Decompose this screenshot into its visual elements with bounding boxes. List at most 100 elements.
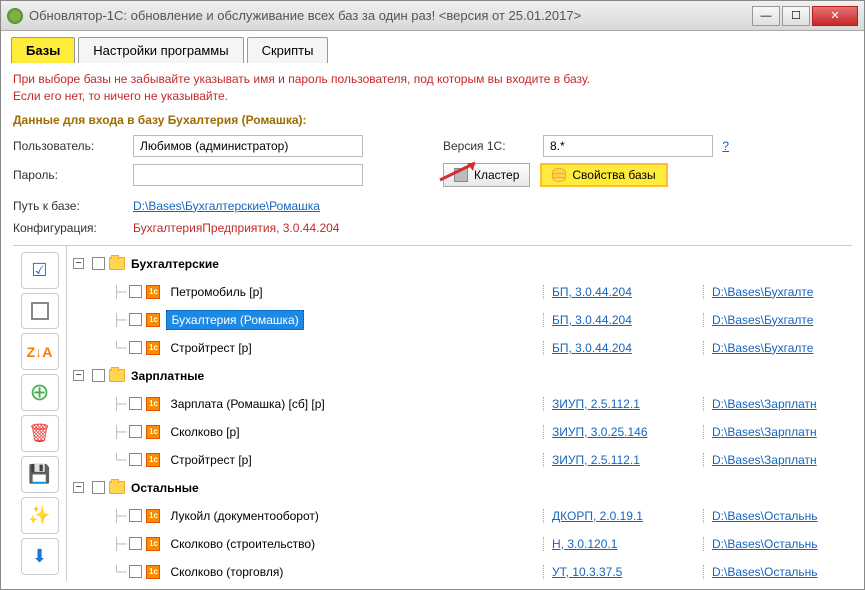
tree-item[interactable]: ├─ 1c Сколково [р] ЗИУП, 3.0.25.146 D:\B… (67, 418, 852, 446)
tree-item[interactable]: └─ 1c Стройтрест [р] ЗИУП, 2.5.112.1 D:\… (67, 446, 852, 474)
item-label: Сколково [р] (166, 423, 243, 441)
db-1c-icon: 1c (146, 453, 160, 467)
item-label: Стройтрест [р] (166, 451, 255, 469)
item-label: Сколково (строительство) (166, 535, 319, 553)
warning-text: При выборе базы не забывайте указывать и… (13, 71, 852, 105)
password-input[interactable] (133, 164, 363, 186)
download-button[interactable]: ⬇ (21, 538, 59, 575)
tree-item[interactable]: ├─ 1c Зарплата (Ромашка) [сб] [р] ЗИУП, … (67, 390, 852, 418)
group-label: Остальные (131, 481, 199, 495)
label-config: Конфигурация: (13, 221, 123, 235)
tree-item[interactable]: ├─ 1c Бухалтерия (Ромашка) БП, 3.0.44.20… (67, 306, 852, 334)
path-link[interactable]: D:\Bases\Остальнь (712, 565, 818, 579)
tab-scripts[interactable]: Скрипты (247, 37, 329, 63)
check-all-button[interactable]: ☑ (21, 252, 59, 289)
tree-group[interactable]: − Зарплатные (67, 362, 852, 390)
version-input[interactable] (543, 135, 713, 157)
group-label: Бухгалтерские (131, 257, 219, 271)
expander-icon[interactable]: − (73, 482, 84, 493)
uncheck-all-button[interactable] (21, 293, 59, 330)
path-link[interactable]: D:\Bases\Остальнь (712, 509, 818, 523)
tree-item[interactable]: └─ 1c Стройтрест [р] БП, 3.0.44.204 D:\B… (67, 334, 852, 362)
tree-group[interactable]: − Бухгалтерские (67, 250, 852, 278)
tree-group[interactable]: − Остальные (67, 474, 852, 502)
version-link[interactable]: Н, 3.0.120.1 (552, 537, 617, 551)
version-link[interactable]: ЗИУП, 2.5.112.1 (552, 397, 640, 411)
save-button[interactable]: 💾 (21, 456, 59, 493)
close-button[interactable]: ✕ (812, 6, 858, 26)
checkbox[interactable] (129, 425, 142, 438)
app-icon (7, 8, 23, 24)
section-title: Данные для входа в базу Бухалтерия (Рома… (13, 113, 852, 127)
add-button[interactable]: ⊕ (21, 374, 59, 411)
config-value: БухгалтерияПредприятия, 3.0.44.204 (133, 221, 339, 235)
checkbox[interactable] (129, 509, 142, 522)
checkbox[interactable] (129, 565, 142, 578)
tree-item[interactable]: └─ 1c Сколково (торговля) УТ, 10.3.37.5 … (67, 558, 852, 581)
item-label: Зарплата (Ромашка) [сб] [р] (166, 395, 328, 413)
sort-button[interactable]: Z↓A (21, 333, 59, 370)
download-icon: ⬇ (32, 546, 47, 567)
titlebar: Обновлятор-1С: обновление и обслуживание… (1, 1, 864, 31)
label-password: Пароль: (13, 168, 123, 182)
item-label: Лукойл (документооборот) (166, 507, 322, 525)
login-form: Пользователь: Версия 1С: ? Пароль: Класт… (13, 135, 852, 187)
tab-bases[interactable]: Базы (11, 37, 75, 63)
version-link[interactable]: ЗИУП, 3.0.25.146 (552, 425, 648, 439)
path-link[interactable]: D:\Bases\Зарплатн (712, 397, 817, 411)
tree-item[interactable]: ├─ 1c Сколково (строительство) Н, 3.0.12… (67, 530, 852, 558)
tab-settings[interactable]: Настройки программы (78, 37, 243, 63)
db-tree[interactable]: − Бухгалтерские ├─ 1c Петромобиль [р] БП… (67, 246, 852, 581)
path-link[interactable]: D:\Bases\Остальнь (712, 537, 818, 551)
maximize-button[interactable]: ☐ (782, 6, 810, 26)
version-link[interactable]: ЗИУП, 2.5.112.1 (552, 453, 640, 467)
expander-icon[interactable]: − (73, 370, 84, 381)
db-1c-icon: 1c (146, 397, 160, 411)
tree-item[interactable]: ├─ 1c Лукойл (документооборот) ДКОРП, 2.… (67, 502, 852, 530)
checkbox[interactable] (129, 453, 142, 466)
wizard-button[interactable]: ✨ (21, 497, 59, 534)
db-1c-icon: 1c (146, 285, 160, 299)
version-link[interactable]: БП, 3.0.44.204 (552, 313, 632, 327)
item-label: Сколково (торговля) (166, 563, 287, 581)
save-icon: 💾 (28, 464, 50, 485)
db-properties-label: Свойства базы (572, 168, 655, 182)
path-link[interactable]: D:\Bases\Бухгалте (712, 313, 813, 327)
checkbox[interactable] (92, 369, 105, 382)
checkbox[interactable] (129, 341, 142, 354)
version-link[interactable]: БП, 3.0.44.204 (552, 285, 632, 299)
checkbox[interactable] (129, 285, 142, 298)
user-input[interactable] (133, 135, 363, 157)
checkbox[interactable] (129, 397, 142, 410)
trash-icon: 🗑 (28, 423, 51, 444)
version-link[interactable]: УТ, 10.3.37.5 (552, 565, 622, 579)
label-path: Путь к базе: (13, 199, 123, 213)
group-label: Зарплатные (131, 369, 204, 383)
path-link[interactable]: D:\Bases\Бухгалтерские\Ромашка (133, 199, 320, 213)
content: При выборе базы не забывайте указывать и… (1, 63, 864, 589)
path-link[interactable]: D:\Bases\Зарплатн (712, 425, 817, 439)
path-link[interactable]: D:\Bases\Бухгалте (712, 341, 813, 355)
expander-icon[interactable]: − (73, 258, 84, 269)
checkbox[interactable] (129, 313, 142, 326)
checkbox[interactable] (92, 257, 105, 270)
db-properties-button[interactable]: Свойства базы (540, 163, 667, 187)
version-link[interactable]: ДКОРП, 2.0.19.1 (552, 509, 643, 523)
db-1c-icon: 1c (146, 537, 160, 551)
db-1c-icon: 1c (146, 341, 160, 355)
plus-icon: ⊕ (29, 378, 49, 407)
version-link[interactable]: БП, 3.0.44.204 (552, 341, 632, 355)
tree-item[interactable]: ├─ 1c Петромобиль [р] БП, 3.0.44.204 D:\… (67, 278, 852, 306)
checkmark-icon: ☑ (31, 260, 47, 281)
help-link[interactable]: ? (722, 139, 729, 153)
label-user: Пользователь: (13, 139, 123, 153)
square-icon (31, 302, 49, 320)
path-link[interactable]: D:\Bases\Бухгалте (712, 285, 813, 299)
checkbox[interactable] (129, 537, 142, 550)
delete-button[interactable]: 🗑 (21, 415, 59, 452)
checkbox[interactable] (92, 481, 105, 494)
path-link[interactable]: D:\Bases\Зарплатн (712, 453, 817, 467)
cluster-button[interactable]: Кластер (443, 163, 530, 187)
minimize-button[interactable]: — (752, 6, 780, 26)
database-icon (552, 168, 566, 182)
